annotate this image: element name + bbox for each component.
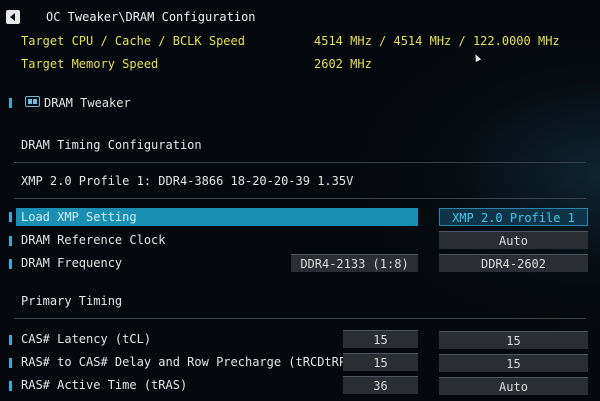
- breadcrumb: OC Tweaker\DRAM Configuration: [46, 10, 256, 24]
- row-marker: [9, 98, 12, 108]
- dram-tweaker-link[interactable]: DRAM Tweaker: [44, 96, 131, 110]
- divider: [14, 318, 586, 319]
- row-marker: [9, 259, 12, 269]
- cas-latency-input[interactable]: 15: [439, 331, 588, 349]
- cas-latency-label[interactable]: CAS# Latency (tCL): [21, 332, 151, 346]
- target-cpu-value: 4514 MHz / 4514 MHz / 122.0000 MHz: [314, 34, 560, 48]
- trcdtrp-label[interactable]: RAS# to CAS# Delay and Row Precharge (tR…: [21, 355, 353, 369]
- load-xmp-setting-dropdown[interactable]: XMP 2.0 Profile 1: [439, 208, 588, 226]
- load-xmp-setting-label[interactable]: Load XMP Setting: [21, 210, 137, 224]
- divider: [14, 198, 586, 199]
- target-memory-value: 2602 MHz: [314, 57, 372, 71]
- row-marker: [9, 381, 12, 391]
- dram-reference-clock-label[interactable]: DRAM Reference Clock: [21, 233, 166, 247]
- xmp-profile-info: XMP 2.0 Profile 1: DDR4-3866 18-20-20-39…: [21, 174, 354, 188]
- mouse-cursor-icon: [472, 53, 482, 62]
- back-button[interactable]: [6, 10, 20, 24]
- dram-frequency-dropdown[interactable]: DDR4-2602: [439, 254, 588, 272]
- primary-timing-heading: Primary Timing: [21, 294, 123, 308]
- cas-latency-current: 15: [343, 330, 418, 348]
- tras-label[interactable]: RAS# Active Time (tRAS): [21, 378, 187, 392]
- background-glow: [340, 40, 600, 340]
- tras-input[interactable]: Auto: [439, 377, 588, 395]
- row-marker: [9, 358, 12, 368]
- trcdtrp-input[interactable]: 15: [439, 354, 588, 372]
- divider: [14, 162, 586, 163]
- dram-module-icon: [25, 96, 40, 107]
- target-cpu-label: Target CPU / Cache / BCLK Speed: [21, 34, 245, 48]
- row-marker: [9, 236, 12, 246]
- target-memory-label: Target Memory Speed: [21, 57, 159, 71]
- dram-frequency-current: DDR4-2133 (1:8): [291, 254, 418, 272]
- row-marker: [9, 335, 12, 345]
- tras-current: 36: [343, 376, 418, 394]
- dram-timing-config-heading: DRAM Timing Configuration: [21, 138, 202, 152]
- dram-reference-clock-dropdown[interactable]: Auto: [439, 231, 588, 249]
- dram-frequency-label[interactable]: DRAM Frequency: [21, 256, 122, 270]
- trcdtrp-current: 15: [343, 353, 418, 371]
- row-marker: [9, 212, 12, 222]
